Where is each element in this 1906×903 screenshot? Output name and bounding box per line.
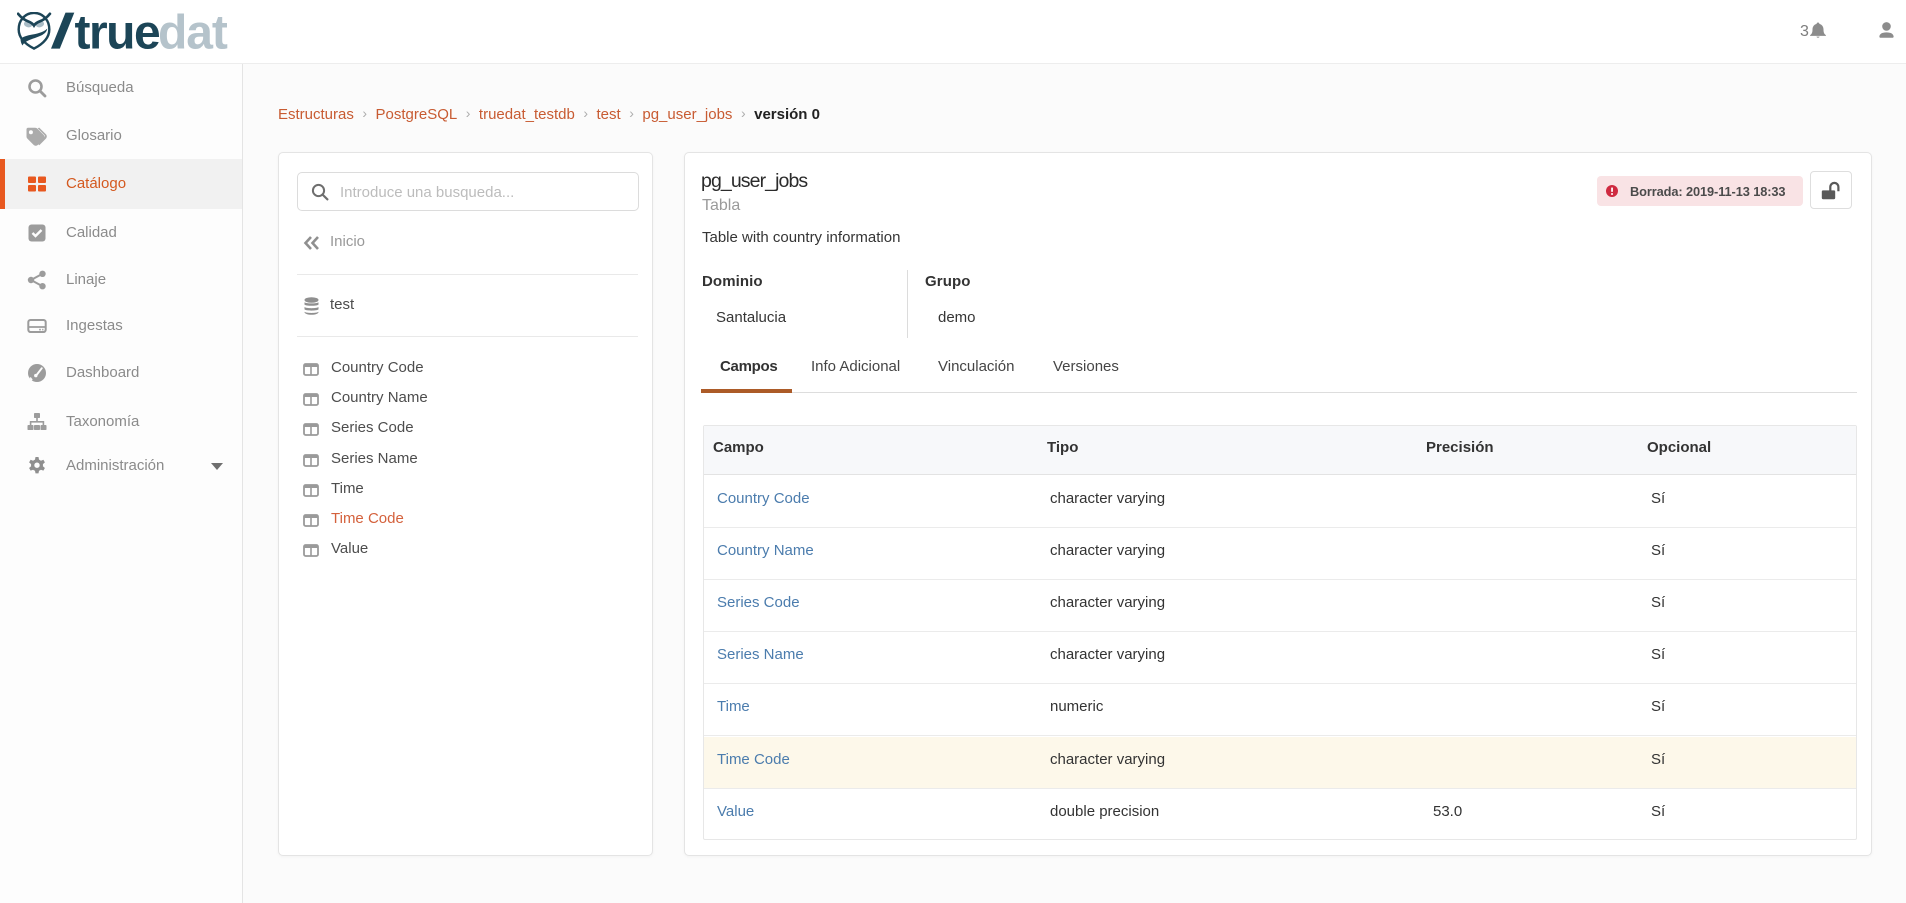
svg-text:dat: dat — [158, 12, 228, 54]
svg-text:true: true — [75, 12, 160, 54]
